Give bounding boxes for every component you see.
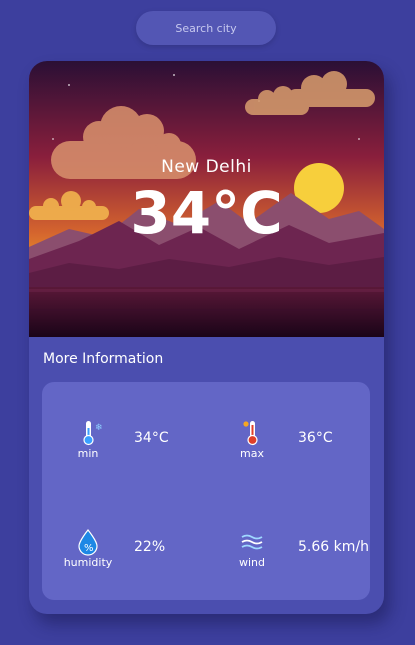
stat-label: wind (238, 556, 265, 569)
stat-label: humidity (63, 556, 113, 569)
search-input[interactable] (136, 11, 276, 45)
humidity-icon: % (62, 527, 114, 557)
svg-text:%: % (84, 543, 94, 554)
weather-card: New Delhi 34°C More Information ❄ min 34… (29, 61, 384, 614)
stat-wind: wind 5.66 km/h (216, 527, 376, 587)
current-temperature: 34°C (130, 179, 283, 247)
stat-min: ❄ min 34°C (52, 418, 212, 478)
stat-value: 34°C (134, 430, 169, 446)
more-info-title: More Information (43, 351, 164, 367)
stat-label: min (77, 447, 99, 460)
wind-icon (226, 527, 278, 557)
thermometer-hot-icon (226, 418, 278, 448)
stat-max: max 36°C (216, 418, 376, 478)
stat-value: 5.66 km/h (298, 539, 369, 555)
stat-value: 22% (134, 539, 166, 555)
stat-humidity: % humidity 22% (52, 527, 212, 587)
stat-value: 36°C (298, 430, 333, 446)
stat-label: max (240, 447, 264, 460)
thermometer-cold-icon: ❄ (62, 418, 114, 448)
svg-text:❄: ❄ (95, 423, 103, 433)
city-name: New Delhi (161, 157, 252, 177)
more-info-panel: ❄ min 34°C max 36°C % humidity 22% wind … (42, 382, 370, 600)
